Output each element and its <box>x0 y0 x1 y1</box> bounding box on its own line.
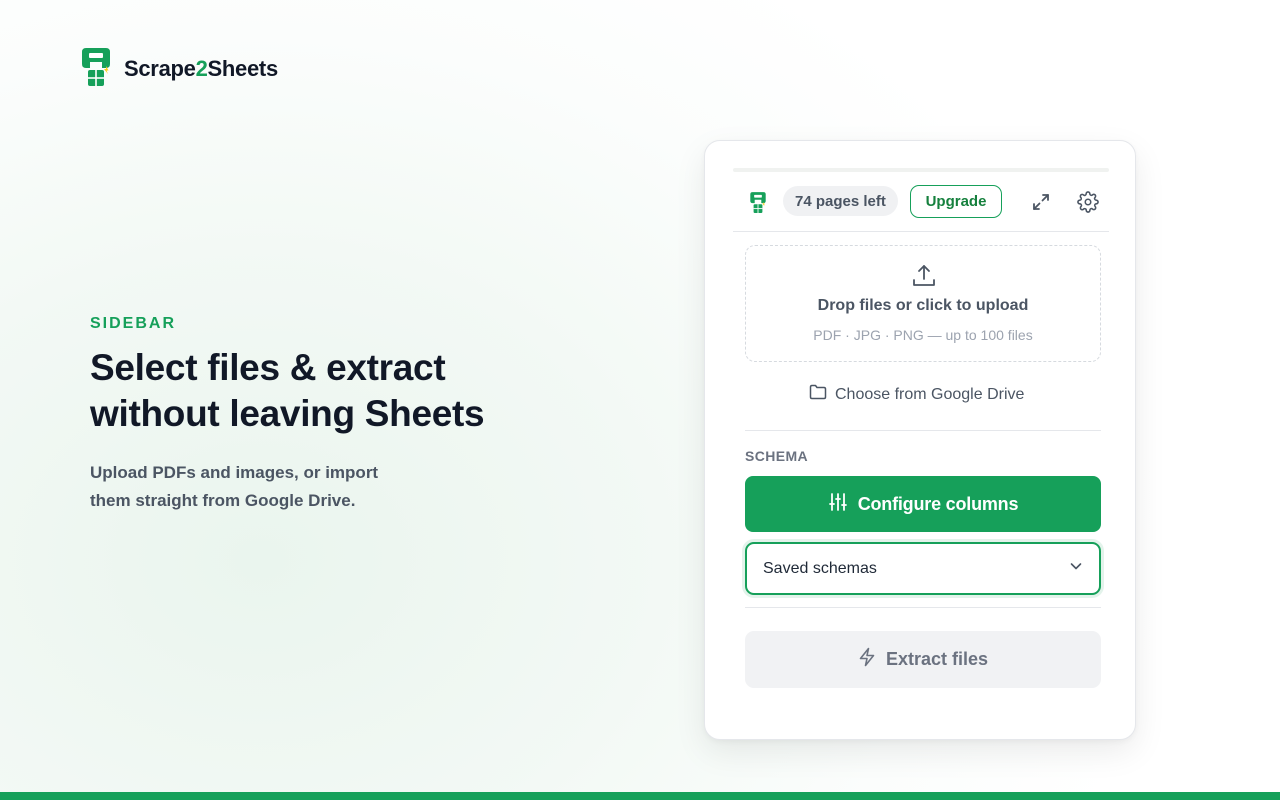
upload-title: Drop files or click to upload <box>817 297 1029 314</box>
headline-line-1: Select files & extract <box>90 347 446 388</box>
brand: Scrape2Sheets <box>80 46 278 91</box>
upload-subtitle: PDF · JPG · PNG — up to 100 files <box>813 327 1033 343</box>
extract-files-button[interactable]: Extract files <box>745 631 1101 688</box>
google-drive-link[interactable]: Choose from Google Drive <box>809 384 1024 405</box>
lightning-icon <box>858 647 876 672</box>
sidebar-panel: 74 pages left Upgrade Drop files or clic… <box>704 140 1136 740</box>
hero-subline: Upload PDFs and images, or import them s… <box>90 459 420 515</box>
saved-schemas-select[interactable]: Saved schemas <box>745 542 1101 595</box>
extract-files-label: Extract files <box>885 649 989 669</box>
gear-icon[interactable] <box>1076 190 1100 214</box>
chevron-down-icon <box>1069 559 1083 578</box>
brand-name: Scrape2Sheets <box>124 55 278 81</box>
bottom-accent-bar <box>0 792 1280 800</box>
schema-section-label: SCHEMA <box>745 448 809 464</box>
upload-icon <box>910 262 938 295</box>
subline-line-1: Upload PDFs and images, or import <box>90 463 379 482</box>
folder-icon <box>809 384 827 405</box>
upgrade-button[interactable]: Upgrade <box>910 185 1002 218</box>
eyebrow-label: SIDEBAR <box>90 315 177 332</box>
hero-headline: Select files & extract without leaving S… <box>90 345 550 437</box>
scrape2sheets-logo-icon <box>749 191 767 218</box>
subline-line-2: them straight from Google Drive. <box>90 491 356 510</box>
hero: SIDEBAR Select files & extract without l… <box>90 315 550 515</box>
expand-icon[interactable] <box>1029 190 1053 214</box>
scrape2sheets-logo-icon <box>80 46 112 91</box>
sidebar-header: 74 pages left Upgrade <box>733 172 1109 232</box>
section-divider <box>745 430 1101 431</box>
upload-dropzone[interactable]: Drop files or click to upload PDF · JPG … <box>745 245 1101 362</box>
sliders-icon <box>828 492 848 517</box>
section-divider <box>745 607 1101 608</box>
configure-columns-label: Configure columns <box>857 493 1019 514</box>
saved-schemas-value: Saved schemas <box>763 559 877 577</box>
pages-left-badge: 74 pages left <box>783 186 898 216</box>
headline-line-2: without leaving Sheets <box>90 393 485 434</box>
configure-columns-button[interactable]: Configure columns <box>745 476 1101 532</box>
google-drive-label: Choose from Google Drive <box>835 385 1025 403</box>
